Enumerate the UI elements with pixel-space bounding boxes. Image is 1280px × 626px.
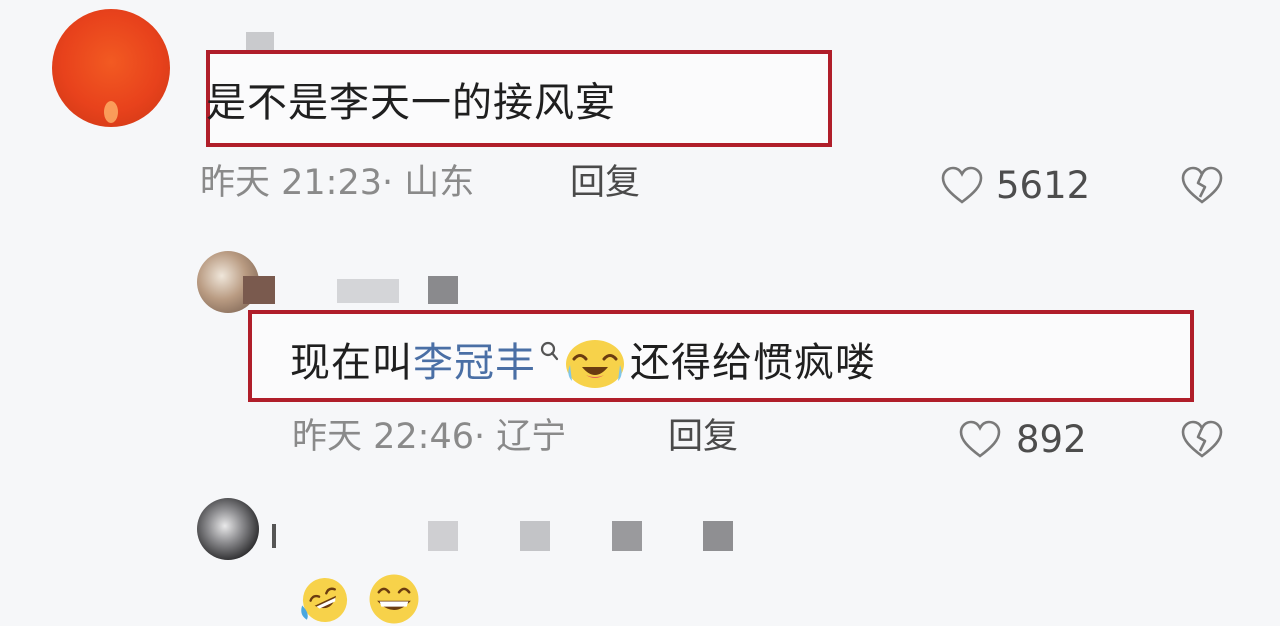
comment-text-prefix: 现在叫 (290, 340, 413, 386)
username-redacted (243, 276, 275, 304)
username-redacted (703, 521, 733, 551)
comment-time: 昨天 21:23 (200, 163, 382, 203)
heart-icon (958, 419, 1002, 459)
username-redacted (337, 279, 399, 303)
mention-link[interactable]: 李冠丰 (413, 343, 536, 383)
comment-text-suffix: 还得给惯疯喽 (630, 340, 876, 386)
broken-heart-icon[interactable] (1180, 419, 1224, 459)
heart-icon (940, 165, 984, 205)
search-icon (538, 340, 560, 380)
laughing-tears-emoji (564, 337, 626, 389)
username-redacted (246, 32, 274, 50)
comment-location: 山东 (404, 163, 475, 203)
avatar-lantern-light (104, 101, 118, 123)
comment-text: 是不是李天一的接风宴 (206, 80, 616, 126)
broken-heart-icon[interactable] (1180, 165, 1224, 205)
comment-meta: 昨天 22:46· 辽宁 (292, 420, 566, 455)
avatar[interactable] (52, 9, 170, 127)
username-redacted (272, 524, 276, 548)
meta-separator: · (474, 417, 497, 457)
username-redacted (428, 521, 458, 551)
username-redacted (612, 521, 642, 551)
comment-text: 现在叫 李冠丰 还得给惯疯喽 (290, 337, 876, 389)
avatar[interactable] (197, 498, 259, 560)
like-count: 5612 (996, 164, 1091, 207)
grin-emoji (362, 572, 426, 626)
comment-location: 辽宁 (496, 417, 567, 457)
username-redacted (428, 276, 458, 304)
reply-button[interactable]: 回复 (570, 166, 640, 201)
like-count: 892 (1016, 418, 1087, 461)
reply-button[interactable]: 回复 (668, 420, 738, 455)
rofl-emoji (292, 574, 358, 626)
username-redacted (520, 521, 550, 551)
comment-time: 昨天 22:46 (292, 417, 474, 457)
meta-separator: · (382, 163, 405, 203)
comment-meta: 昨天 21:23· 山东 (200, 166, 474, 201)
